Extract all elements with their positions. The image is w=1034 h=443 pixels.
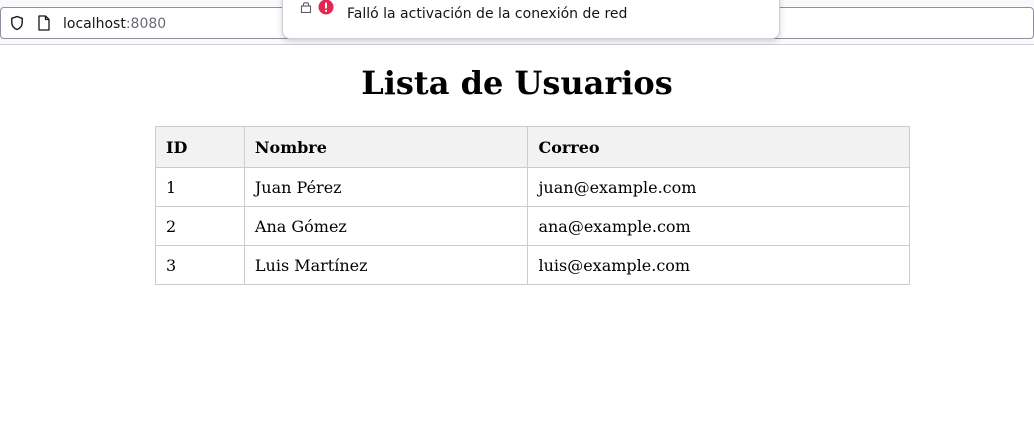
url-host: localhost bbox=[63, 16, 126, 32]
cell-id: 2 bbox=[155, 206, 245, 246]
shield-icon[interactable] bbox=[9, 15, 25, 31]
page-icon bbox=[38, 15, 50, 31]
popup-message: Falló la activación de la conexión de re… bbox=[347, 6, 628, 22]
page-title: Lista de Usuarios bbox=[361, 64, 673, 102]
url-text[interactable]: localhost:8080 bbox=[63, 14, 166, 34]
table-header-row: ID Nombre Correo bbox=[155, 126, 910, 168]
cell-name: Luis Martínez bbox=[243, 245, 529, 285]
cell-email: ana@example.com bbox=[527, 206, 910, 246]
lock-icon bbox=[300, 2, 312, 13]
header-id: ID bbox=[155, 126, 245, 168]
header-name: Nombre bbox=[243, 126, 529, 168]
cell-email: juan@example.com bbox=[527, 167, 910, 207]
network-error-popup[interactable]: Falló la activación de la conexión de re… bbox=[282, 0, 780, 39]
cell-name: Juan Pérez bbox=[243, 167, 529, 207]
table-row: 1 Juan Pérez juan@example.com bbox=[155, 167, 910, 207]
cell-email: luis@example.com bbox=[527, 245, 910, 285]
users-table: ID Nombre Correo 1 Juan Pérez juan@examp… bbox=[155, 126, 910, 285]
cell-id: 3 bbox=[155, 245, 245, 285]
table-row: 2 Ana Gómez ana@example.com bbox=[155, 206, 910, 246]
cell-id: 1 bbox=[155, 167, 245, 207]
cell-name: Ana Gómez bbox=[243, 206, 529, 246]
header-email: Correo bbox=[527, 126, 910, 168]
error-icon bbox=[318, 0, 334, 15]
table-row: 3 Luis Martínez luis@example.com bbox=[155, 245, 910, 285]
url-port: :8080 bbox=[125, 16, 167, 32]
